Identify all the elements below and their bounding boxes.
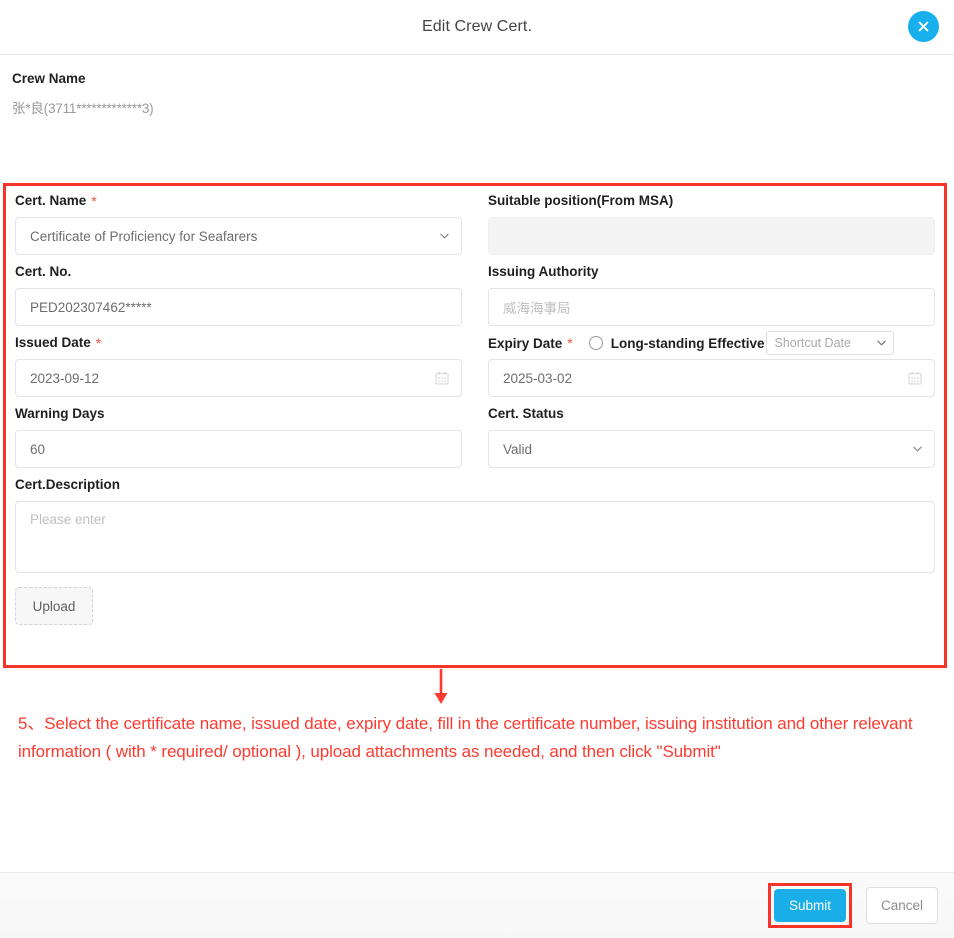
cert-status-select[interactable]: Valid bbox=[488, 430, 935, 468]
form-row-warning-status: Warning Days 60 Cert. Status Valid bbox=[15, 405, 935, 468]
cert-status-value: Valid bbox=[503, 441, 533, 457]
field-expiry-date: Expiry Date * Long-standing Effective Sh… bbox=[488, 331, 935, 397]
issuing-authority-label: Issuing Authority bbox=[488, 263, 935, 281]
upload-button[interactable]: Upload bbox=[15, 587, 93, 625]
crew-name-block: Crew Name 张*良(3711*************3) bbox=[0, 55, 954, 117]
cert-no-value: PED202307462***** bbox=[30, 299, 152, 315]
crew-name-value: 张*良(3711*************3) bbox=[12, 101, 154, 116]
form-row-cert-name: Cert. Name * Certificate of Proficiency … bbox=[15, 192, 935, 255]
form-row-dates: Issued Date * 2023-09-12 Expiry Date * L… bbox=[15, 331, 935, 397]
field-issued-date: Issued Date * 2023-09-12 bbox=[15, 334, 462, 397]
field-cert-name: Cert. Name * Certificate of Proficiency … bbox=[15, 192, 462, 255]
issued-date-label: Issued Date * bbox=[15, 334, 462, 352]
field-suitable-position: Suitable position(From MSA) bbox=[488, 192, 935, 255]
field-cert-description: Cert.Description Please enter Upload bbox=[15, 476, 935, 625]
form-row-description: Cert.Description Please enter Upload bbox=[15, 476, 935, 625]
cert-name-label-text: Cert. Name bbox=[15, 193, 87, 208]
issued-date-input[interactable]: 2023-09-12 bbox=[15, 359, 462, 397]
modal-header: Edit Crew Cert. bbox=[0, 0, 954, 55]
cert-description-label-text: Cert.Description bbox=[15, 477, 121, 492]
issued-date-value: 2023-09-12 bbox=[30, 370, 100, 386]
field-warning-days: Warning Days 60 bbox=[15, 405, 462, 468]
annotation-arrow-icon bbox=[430, 669, 452, 705]
shortcut-date-placeholder: Shortcut Date bbox=[774, 336, 851, 350]
chevron-down-icon bbox=[913, 446, 922, 452]
close-icon[interactable] bbox=[908, 11, 939, 42]
field-cert-no: Cert. No. PED202307462***** bbox=[15, 263, 462, 326]
issuing-authority-input[interactable]: 威海海事局 bbox=[488, 288, 935, 326]
suitable-position-label-text: Suitable position(From MSA) bbox=[488, 193, 674, 208]
shortcut-date-select[interactable]: Shortcut Date bbox=[765, 331, 894, 355]
page-title: Edit Crew Cert. bbox=[422, 18, 532, 35]
cert-description-placeholder: Please enter bbox=[30, 512, 106, 527]
submit-highlight-box: Submit bbox=[768, 883, 852, 928]
issuing-authority-label-text: Issuing Authority bbox=[488, 264, 599, 279]
expiry-date-input[interactable]: 2025-03-02 bbox=[488, 359, 935, 397]
chevron-down-icon bbox=[876, 340, 886, 346]
warning-days-label-text: Warning Days bbox=[15, 406, 105, 421]
expiry-date-label-text: Expiry Date bbox=[488, 335, 563, 351]
suitable-position-label: Suitable position(From MSA) bbox=[488, 192, 935, 210]
cert-name-select[interactable]: Certificate of Proficiency for Seafarers bbox=[15, 217, 462, 255]
suitable-position-input bbox=[488, 217, 935, 255]
modal-footer: Submit Cancel bbox=[0, 872, 954, 938]
field-issuing-authority: Issuing Authority 威海海事局 bbox=[488, 263, 935, 326]
cert-status-label-text: Cert. Status bbox=[488, 406, 564, 421]
warning-days-input[interactable]: 60 bbox=[15, 430, 462, 468]
cancel-button[interactable]: Cancel bbox=[866, 887, 938, 924]
long-standing-effective-radio[interactable] bbox=[588, 336, 603, 350]
field-cert-status: Cert. Status Valid bbox=[488, 405, 935, 468]
edit-crew-cert-modal: Edit Crew Cert. Crew Name 张*良(3711******… bbox=[0, 0, 954, 938]
warning-days-value: 60 bbox=[30, 441, 46, 457]
modal-body: Crew Name 张*良(3711*************3) Cert. … bbox=[0, 55, 954, 872]
calendar-icon bbox=[435, 372, 449, 385]
form-row-cert-no: Cert. No. PED202307462***** Issuing Auth… bbox=[15, 263, 935, 326]
chevron-down-icon bbox=[440, 233, 449, 239]
upload-button-label: Upload bbox=[32, 598, 76, 614]
annotation-text: 5、Select the certificate name, issued da… bbox=[18, 714, 913, 761]
required-asterisk: * bbox=[91, 193, 97, 209]
calendar-icon bbox=[908, 372, 922, 385]
cert-name-label: Cert. Name * bbox=[15, 192, 462, 210]
form-highlight-box: Cert. Name * Certificate of Proficiency … bbox=[3, 183, 947, 668]
required-asterisk: * bbox=[95, 335, 102, 351]
cert-name-value: Certificate of Proficiency for Seafarers bbox=[30, 228, 258, 244]
cert-description-textarea[interactable]: Please enter bbox=[15, 501, 935, 573]
cert-no-label: Cert. No. bbox=[15, 263, 462, 281]
cert-status-label: Cert. Status bbox=[488, 405, 935, 423]
cert-no-label-text: Cert. No. bbox=[15, 264, 72, 279]
crew-name-label: Crew Name bbox=[12, 71, 86, 86]
issued-date-label-text: Issued Date bbox=[15, 335, 91, 350]
issuing-authority-placeholder: 威海海事局 bbox=[503, 301, 571, 316]
submit-button[interactable]: Submit bbox=[774, 889, 846, 922]
cert-no-input[interactable]: PED202307462***** bbox=[15, 288, 462, 326]
long-standing-effective-label: Long-standing Effective bbox=[610, 335, 765, 351]
required-asterisk: * bbox=[567, 335, 573, 351]
expiry-date-value: 2025-03-02 bbox=[503, 370, 573, 386]
warning-days-label: Warning Days bbox=[15, 405, 462, 423]
cert-description-label: Cert.Description bbox=[15, 476, 935, 494]
expiry-date-label-row: Expiry Date * Long-standing Effective Sh… bbox=[488, 331, 935, 355]
